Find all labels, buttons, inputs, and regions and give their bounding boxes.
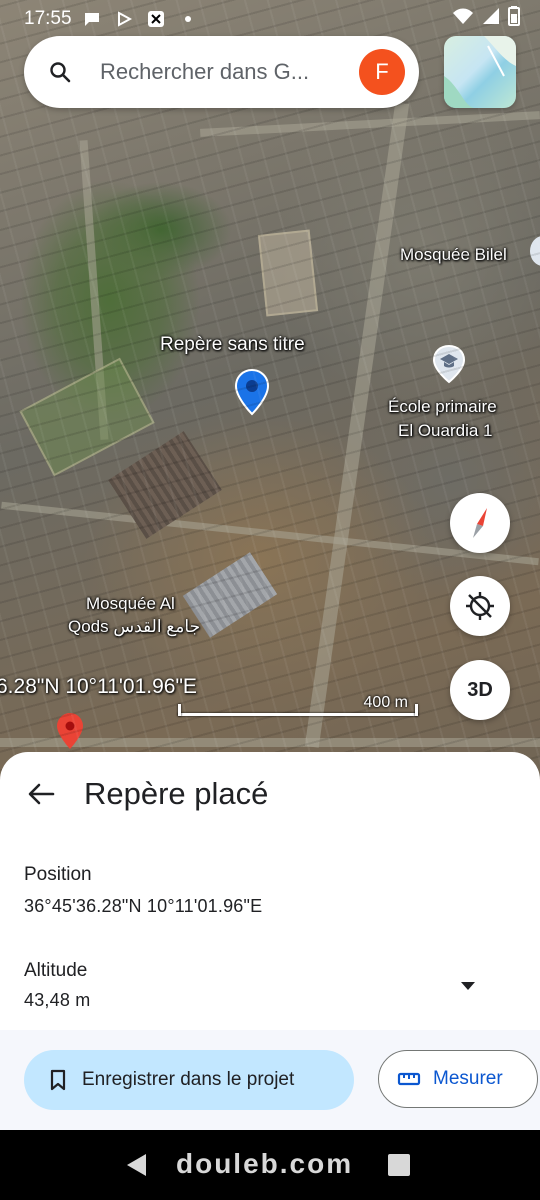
scale-tick bbox=[415, 704, 418, 716]
placemark-pin-icon[interactable] bbox=[234, 368, 270, 416]
status-time: 17:55 bbox=[24, 8, 72, 29]
measure-button[interactable]: Mesurer bbox=[378, 1050, 538, 1108]
sheet-header: Repère placé bbox=[24, 774, 516, 814]
compass-icon bbox=[473, 508, 487, 538]
sheet-title: Repère placé bbox=[84, 776, 269, 811]
save-to-project-label: Enregistrer dans le projet bbox=[82, 1069, 295, 1090]
altitude-dropdown-icon[interactable] bbox=[460, 978, 476, 990]
wifi-icon bbox=[452, 7, 474, 31]
nav-back-icon[interactable] bbox=[124, 1152, 150, 1183]
system-nav-bar: douleb.com bbox=[0, 1130, 540, 1200]
map-label-school-line1[interactable]: École primaire bbox=[388, 396, 497, 418]
placemark-sheet: Repère placé Position 36°45'36.28"N 10°1… bbox=[0, 752, 540, 1130]
nav-recents-icon[interactable] bbox=[388, 1154, 410, 1176]
mosque-icon[interactable] bbox=[530, 236, 540, 266]
location-off-icon bbox=[466, 592, 494, 620]
compass-button[interactable] bbox=[450, 493, 510, 553]
red-pin-icon[interactable] bbox=[56, 712, 84, 750]
dot-icon bbox=[178, 10, 198, 28]
farm-field bbox=[19, 357, 155, 477]
building-roof bbox=[108, 431, 222, 539]
scale-line bbox=[178, 713, 418, 716]
school-icon[interactable] bbox=[432, 344, 466, 384]
map-road bbox=[0, 738, 540, 747]
my-location-button[interactable] bbox=[450, 576, 510, 636]
altitude-value: 43,48 m bbox=[24, 990, 91, 1010]
app-icon bbox=[146, 10, 166, 28]
map-label-school-line2[interactable]: El Ouardia 1 bbox=[398, 420, 493, 442]
chat-bubble-icon bbox=[82, 10, 102, 28]
bookmark-icon bbox=[46, 1068, 70, 1092]
3d-view-button[interactable]: 3D bbox=[450, 660, 510, 720]
back-button[interactable] bbox=[24, 777, 58, 811]
scale-label: 400 m bbox=[363, 694, 408, 711]
map-road bbox=[79, 140, 109, 440]
measure-label: Mesurer bbox=[433, 1068, 503, 1089]
search-icon[interactable] bbox=[48, 60, 72, 84]
avatar[interactable]: F bbox=[359, 49, 405, 95]
battery-icon bbox=[508, 6, 520, 32]
save-to-project-button[interactable]: Enregistrer dans le projet bbox=[24, 1050, 354, 1110]
coordinates-overlay: 6.28"N 10°11'01.96"E bbox=[0, 675, 197, 698]
map-label-mosque-qods-line2[interactable]: Qods جامع القدس bbox=[68, 616, 200, 638]
scale-tick bbox=[178, 704, 181, 716]
map-thumbnail-icon bbox=[444, 36, 516, 108]
map-label-placemark[interactable]: Repère sans titre bbox=[160, 334, 305, 356]
sports-field bbox=[257, 229, 319, 317]
map-layers-button[interactable] bbox=[444, 36, 516, 108]
map-label-mosque-qods-line1[interactable]: Mosquée Al bbox=[86, 593, 175, 615]
status-bar: 17:55 bbox=[24, 6, 520, 32]
play-icon bbox=[114, 10, 134, 28]
position-value: 36°45'36.28"N 10°11'01.96"E bbox=[24, 896, 263, 916]
signal-icon bbox=[482, 7, 500, 31]
map-road bbox=[304, 102, 410, 748]
scale-bar: 400 m bbox=[178, 694, 418, 720]
sheet-actions: Enregistrer dans le projet Mesurer bbox=[0, 1030, 540, 1130]
ruler-icon bbox=[397, 1067, 421, 1091]
map-road bbox=[200, 111, 540, 137]
search-bar[interactable]: Rechercher dans G... F bbox=[24, 36, 419, 108]
search-input[interactable]: Rechercher dans G... bbox=[100, 59, 359, 85]
map-label-mosque-bilel[interactable]: Mosquée Bilel bbox=[400, 244, 507, 266]
position-label: Position bbox=[24, 864, 92, 885]
arrow-back-icon bbox=[28, 783, 55, 805]
watermark-text: douleb.com bbox=[176, 1148, 354, 1179]
altitude-label: Altitude bbox=[24, 960, 88, 981]
building-roof bbox=[182, 552, 278, 638]
